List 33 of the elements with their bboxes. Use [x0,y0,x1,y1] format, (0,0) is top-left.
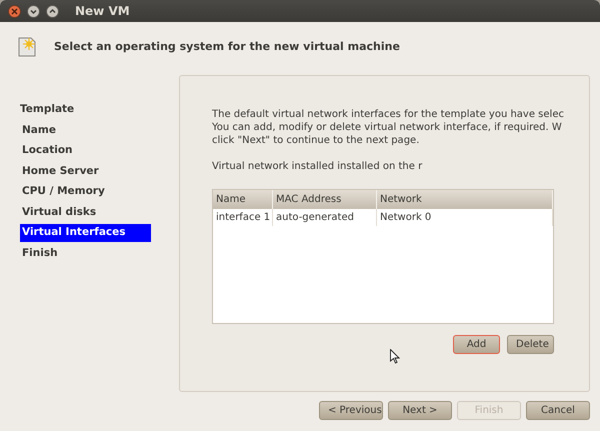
table-cell: Network 0 [377,209,553,226]
sidebar-step: Virtual disks [20,204,151,221]
table-action-button[interactable]: Add [453,335,500,354]
description-line: You can add, modify or delete virtual network interface, if required. W [212,121,563,134]
column-header[interactable]: Network [377,190,553,209]
sidebar-step: Name [20,122,151,139]
close-icon [11,8,18,14]
description-line: The default virtual network interfaces for the template you have selec [212,108,565,121]
wizard-button[interactable]: Cancel [526,400,590,420]
sidebar-step: Location [20,142,151,160]
page-heading: Select an operating system for the new virtual machine [54,38,400,55]
sidebar-step: CPU / Memory [20,183,151,200]
close-button[interactable] [8,4,21,18]
window-title: New VM [75,3,130,20]
table-action-button[interactable]: Delete [507,335,554,354]
sidebar-step: Finish [20,244,151,262]
wizard-button[interactable]: Next > [388,400,452,420]
column-header[interactable]: Name [213,190,273,209]
chevron-up-icon [49,8,56,14]
column-header[interactable]: MAC Address [273,190,377,209]
description-line: click "Next" to continue to the next page. [212,134,420,147]
maximize-button[interactable] [46,4,59,18]
chevron-down-icon [30,8,37,14]
sidebar-step: Home Server [20,162,151,180]
minimize-button[interactable] [27,4,40,18]
cursor-icon [390,349,400,364]
table-cell: auto-generated [273,209,377,226]
network-note: Virtual network installed installed on the r [212,160,424,173]
sidebar-step: Virtual Interfaces [20,224,151,242]
wizard-button[interactable]: < Previous [319,400,383,420]
sidebar-step: Template [20,101,151,118]
wizard-icon [16,36,38,58]
table-cell: interface 1 [213,209,273,226]
